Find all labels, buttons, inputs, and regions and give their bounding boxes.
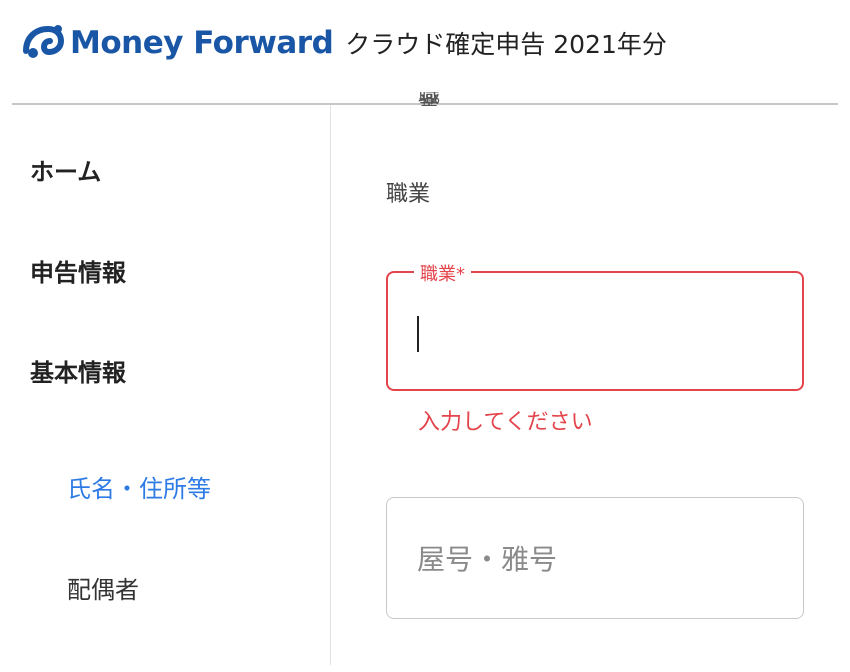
- page: Money Forward クラウド確定申告 2021年分 ホーム 申告情報 基…: [0, 0, 850, 672]
- brand-logo[interactable]: Money Forward クラウド確定申告 2021年分: [20, 20, 667, 66]
- trade-name-placeholder: 屋号・雅号: [417, 543, 558, 576]
- app-header: Money Forward クラウド確定申告 2021年分: [0, 0, 850, 105]
- occupation-input[interactable]: [386, 271, 804, 391]
- money-forward-logo-icon: [23, 25, 64, 58]
- sidebar-item-basic-info[interactable]: 基本情報: [30, 353, 126, 388]
- sidebar-divider: [330, 105, 331, 665]
- logo-text: Money Forward: [70, 25, 334, 61]
- scrolled-off-label: 職業: [418, 92, 441, 106]
- sidebar-subitem-name-address[interactable]: 氏名・住所等: [67, 469, 211, 504]
- sidebar-item-home[interactable]: ホーム: [30, 152, 101, 187]
- sidebar-nav: ホーム 申告情報 基本情報 氏名・住所等 配偶者: [0, 105, 330, 672]
- occupation-section-label: 職業: [386, 182, 431, 207]
- app-title: クラウド確定申告 2021年分: [345, 30, 667, 59]
- sidebar-subitem-spouse[interactable]: 配偶者: [67, 570, 139, 605]
- text-cursor: [417, 316, 419, 352]
- occupation-floating-label: 職業*: [414, 260, 471, 286]
- sidebar-item-filing-info[interactable]: 申告情報: [30, 253, 126, 288]
- occupation-error-message: 入力してください: [418, 410, 593, 435]
